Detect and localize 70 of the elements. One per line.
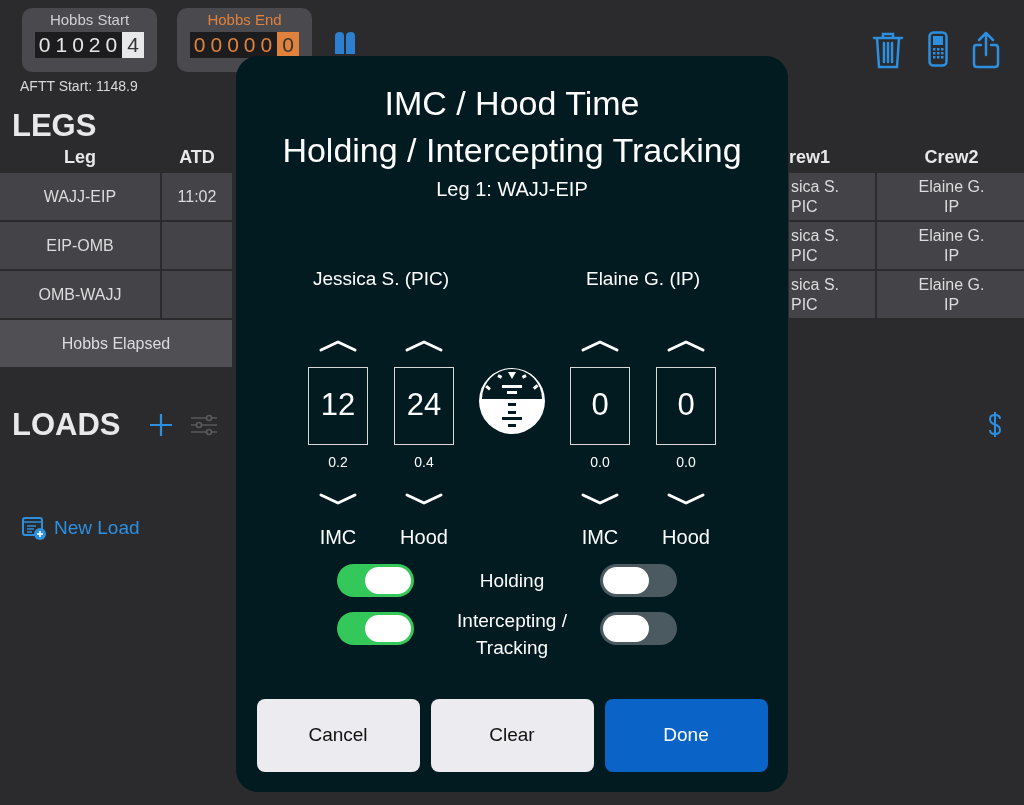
counter-label: Hobbs End <box>207 11 282 29</box>
section-title: LOADS <box>12 405 121 444</box>
column-header: Crew2 <box>923 146 980 169</box>
last-digit: 4 <box>122 32 145 58</box>
chevron-up-icon[interactable] <box>581 339 619 352</box>
dollar-icon[interactable] <box>987 412 1003 438</box>
chevron-up-icon[interactable] <box>667 339 705 352</box>
toggle-switch[interactable] <box>599 563 677 597</box>
column-header: ATD <box>178 146 216 169</box>
dialog-title: Holding / Intercepting Tracking <box>282 130 742 171</box>
share-icon[interactable] <box>972 31 1000 69</box>
dialog-title: IMC / Hood Time <box>384 83 640 124</box>
column-header: rew1 <box>789 146 832 169</box>
dialog-subtitle: Leg 1: WAJJ-EIP <box>436 177 588 202</box>
new-load-link[interactable]: New Load <box>54 514 140 543</box>
chevron-down-icon[interactable] <box>581 492 619 505</box>
hours-value: 0.4 <box>414 452 434 472</box>
table-cell: 11:02 <box>162 173 232 220</box>
counter-value[interactable]: 0 <box>570 366 630 445</box>
table-cell: EIP-OMB <box>0 222 160 269</box>
table-cell: OMB-WAJJ <box>0 271 160 318</box>
table-cell: Elaine G. IP <box>877 222 1024 269</box>
sliders-icon[interactable] <box>190 414 217 436</box>
counter-label: Hood <box>400 524 448 550</box>
toggle-switch[interactable] <box>599 612 677 645</box>
last-digit: 0 <box>277 32 300 58</box>
toggle-label: Intercepting / Tracking <box>456 608 568 660</box>
crew-name: Jessica S. (PIC) <box>312 267 450 291</box>
table-cell: Elaine G. IP <box>877 173 1024 220</box>
toggle-switch[interactable] <box>336 563 414 597</box>
new-load-icon[interactable] <box>22 516 46 540</box>
hours-value: 0.2 <box>328 452 348 472</box>
chevron-down-icon[interactable] <box>667 492 705 505</box>
digits: 00000 <box>193 32 278 59</box>
chevron-down-icon[interactable] <box>405 492 443 505</box>
trash-icon[interactable] <box>872 31 904 69</box>
table-cell <box>162 271 232 318</box>
digits: 01020 <box>38 32 123 59</box>
chevron-up-icon[interactable] <box>405 339 443 352</box>
table-cell: Elaine G. IP <box>877 271 1024 318</box>
dialog-button[interactable]: Cancel <box>256 699 420 772</box>
attitude-indicator-icon <box>478 366 546 435</box>
section-title: LEGS <box>11 107 97 143</box>
table-cell <box>162 222 232 269</box>
table-cell: sica S. PIC <box>789 271 875 318</box>
toggle-label: Holding <box>478 568 546 593</box>
aftt-start: AFTT Start: 1148.9 <box>20 77 139 96</box>
hours-value: 0.0 <box>590 452 610 472</box>
table-cell: sica S. PIC <box>789 173 875 220</box>
column-header: Leg <box>63 146 97 169</box>
counter-value[interactable]: 24 <box>394 366 454 445</box>
counter-label: Hobbs Start <box>49 11 130 29</box>
chevron-down-icon[interactable] <box>319 492 357 505</box>
chevron-up-icon[interactable] <box>319 339 357 352</box>
counter-value[interactable]: 12 <box>308 366 368 445</box>
done-button[interactable]: Done <box>604 699 768 772</box>
counter-label: IMC <box>319 524 357 550</box>
calculator-icon[interactable] <box>928 31 948 67</box>
counter-label: Hood <box>662 524 710 550</box>
toggle-switch[interactable] <box>336 612 414 645</box>
counter-label: IMC <box>581 524 619 550</box>
counter-value[interactable]: 0 <box>656 366 716 445</box>
hobbs-counter[interactable]: Hobbs Start 01020 4 <box>22 8 157 72</box>
crew-name: Elaine G. (IP) <box>585 267 700 291</box>
table-cell: Hobbs Elapsed <box>0 320 232 367</box>
dialog-button[interactable]: Clear <box>430 699 594 772</box>
table-cell: WAJJ-EIP <box>0 173 160 220</box>
plus-icon[interactable] <box>149 414 172 436</box>
hours-value: 0.0 <box>676 452 696 472</box>
table-cell: sica S. PIC <box>789 222 875 269</box>
